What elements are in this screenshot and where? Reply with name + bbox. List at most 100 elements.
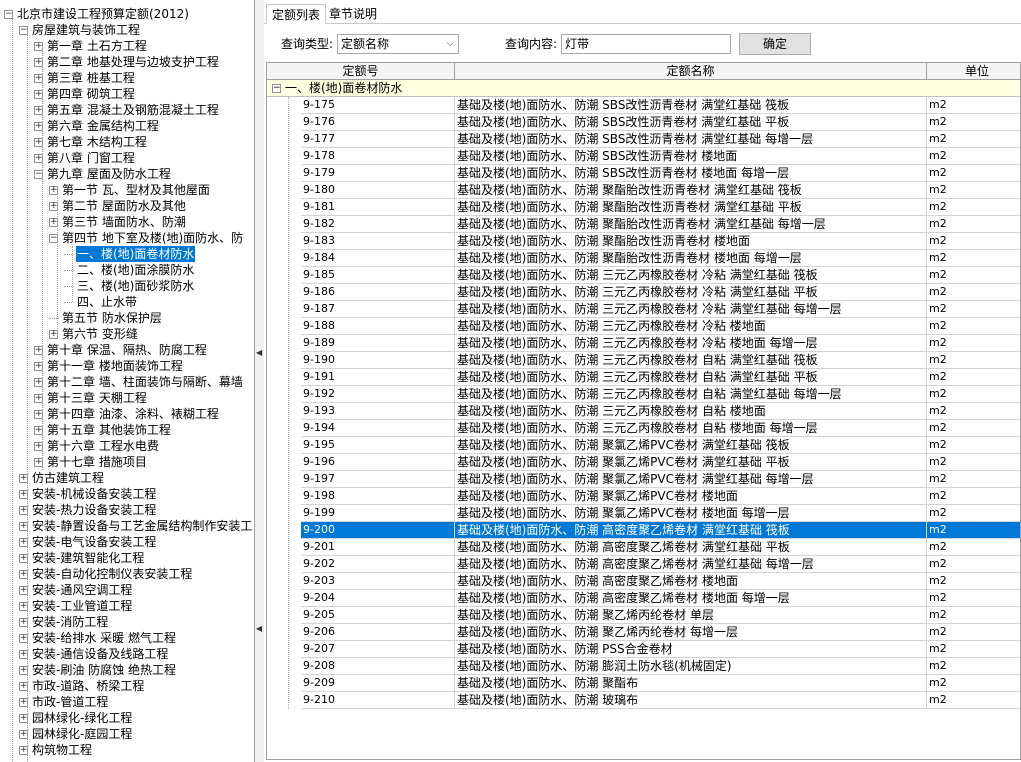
tree-node[interactable]: + 安装-电气设备安装工程 [0, 534, 254, 550]
table-row[interactable]: 9-205 基础及楼(地)面防水、防潮 聚乙烯丙纶卷材 单层 m2 [267, 607, 1020, 624]
tree-node[interactable]: + 第十四章 油漆、涂料、裱糊工程 [0, 406, 254, 422]
table-row[interactable]: 9-177 基础及楼(地)面防水、防潮 SBS改性沥青卷材 满堂红基础 每增一层 m… [267, 131, 1020, 148]
tree-node[interactable]: + 第一节 瓦、型材及其他屋面 [0, 182, 254, 198]
cell-name: 基础及楼(地)面防水、防潮 三元乙丙橡胶卷材 冷粘 满堂红基础 平板 [455, 284, 927, 301]
tree-node[interactable]: + 第十五章 其他装饰工程 [0, 422, 254, 438]
tree-node[interactable]: − 第四节 地下室及楼(地)面防水、防 [0, 230, 254, 246]
tree-node[interactable]: + 构筑物工程 [0, 742, 254, 758]
table-row[interactable]: 9-183 基础及楼(地)面防水、防潮 聚酯胎改性沥青卷材 楼地面 m2 [267, 233, 1020, 250]
tree-node[interactable]: + 园林绿化-庭园工程 [0, 726, 254, 742]
col-header-name[interactable]: 定额名称 [455, 63, 927, 80]
table-row[interactable]: 9-178 基础及楼(地)面防水、防潮 SBS改性沥青卷材 楼地面 m2 [267, 148, 1020, 165]
table-row[interactable]: 9-179 基础及楼(地)面防水、防潮 SBS改性沥青卷材 楼地面 每增一层 m2 [267, 165, 1020, 182]
query-content-input[interactable]: 灯带 [561, 34, 731, 54]
table-row[interactable]: 9-195 基础及楼(地)面防水、防潮 聚氯乙烯PVC卷材 满堂红基础 筏板 m2 [267, 437, 1020, 454]
collapse-left-icon-2[interactable]: ◀ [256, 624, 262, 634]
tab-chapter-notes[interactable]: 章节说明 [324, 4, 382, 24]
table-row[interactable]: 9-198 基础及楼(地)面防水、防潮 聚氯乙烯PVC卷材 楼地面 m2 [267, 488, 1020, 505]
table-row[interactable]: 9-176 基础及楼(地)面防水、防潮 SBS改性沥青卷材 满堂红基础 平板 m2 [267, 114, 1020, 131]
confirm-button[interactable]: 确定 [739, 33, 811, 55]
tree-node[interactable]: − 房屋建筑与装饰工程 [0, 22, 254, 38]
table-row[interactable]: 9-199 基础及楼(地)面防水、防潮 聚氯乙烯PVC卷材 楼地面 每增一层 m2 [267, 505, 1020, 522]
tree-node[interactable]: + 第十一章 楼地面装饰工程 [0, 358, 254, 374]
tree-node[interactable]: + 安装-静置设备与工艺金属结构制作安装工 [0, 518, 254, 534]
table-row[interactable]: 9-190 基础及楼(地)面防水、防潮 三元乙丙橡胶卷材 自粘 满堂红基础 筏板 m… [267, 352, 1020, 369]
table-row[interactable]: 9-184 基础及楼(地)面防水、防潮 聚酯胎改性沥青卷材 楼地面 每增一层 m2 [267, 250, 1020, 267]
table-row[interactable]: 9-180 基础及楼(地)面防水、防潮 聚酯胎改性沥青卷材 满堂红基础 筏板 m2 [267, 182, 1020, 199]
tree-node[interactable]: − 北京市建设工程预算定额(2012) [0, 6, 254, 22]
table-row[interactable]: 9-189 基础及楼(地)面防水、防潮 三元乙丙橡胶卷材 冷粘 楼地面 每增一层 m… [267, 335, 1020, 352]
table-row[interactable]: 9-201 基础及楼(地)面防水、防潮 高密度聚乙烯卷材 满堂红基础 平板 m2 [267, 539, 1020, 556]
tree-node[interactable]: + 第三章 桩基工程 [0, 70, 254, 86]
tree-node[interactable]: + 第十七章 措施项目 [0, 454, 254, 470]
tree-node[interactable]: + 安装-给排水 采暖 燃气工程 [0, 630, 254, 646]
table-row[interactable]: 9-208 基础及楼(地)面防水、防潮 膨润土防水毯(机械固定) m2 [267, 658, 1020, 675]
table-row[interactable]: 9-204 基础及楼(地)面防水、防潮 高密度聚乙烯卷材 楼地面 每增一层 m2 [267, 590, 1020, 607]
table-row[interactable]: 9-181 基础及楼(地)面防水、防潮 聚酯胎改性沥青卷材 满堂红基础 平板 m2 [267, 199, 1020, 216]
table-row[interactable]: 9-203 基础及楼(地)面防水、防潮 高密度聚乙烯卷材 楼地面 m2 [267, 573, 1020, 590]
tree-node[interactable]: + 安装-热力设备安装工程 [0, 502, 254, 518]
tree-node[interactable]: + 安装-通风空调工程 [0, 582, 254, 598]
tree-node[interactable]: 一、楼(地)面卷材防水 [0, 246, 254, 262]
table-row[interactable]: 9-188 基础及楼(地)面防水、防潮 三元乙丙橡胶卷材 冷粘 楼地面 m2 [267, 318, 1020, 335]
col-header-unit[interactable]: 单位 [927, 63, 1020, 80]
tree-node[interactable]: + 第三节 墙面防水、防潮 [0, 214, 254, 230]
panel-splitter[interactable]: ◀ ◀ [255, 0, 264, 762]
tree-node[interactable]: + 第五章 混凝土及钢筋混凝土工程 [0, 102, 254, 118]
table-row[interactable]: 9-193 基础及楼(地)面防水、防潮 三元乙丙橡胶卷材 自粘 楼地面 m2 [267, 403, 1020, 420]
tree-node[interactable]: + 第二节 屋面防水及其他 [0, 198, 254, 214]
tree-node[interactable]: + 第十六章 工程水电费 [0, 438, 254, 454]
table-row[interactable]: 9-207 基础及楼(地)面防水、防潮 PSS合金卷材 m2 [267, 641, 1020, 658]
tree-node[interactable]: 二、楼(地)面涂膜防水 [0, 262, 254, 278]
tree-node[interactable]: + 第八章 门窗工程 [0, 150, 254, 166]
col-header-code[interactable]: 定额号 [267, 63, 455, 80]
tree-node[interactable]: + 安装-机械设备安装工程 [0, 486, 254, 502]
table-row[interactable]: 9-196 基础及楼(地)面防水、防潮 聚氯乙烯PVC卷材 满堂红基础 平板 m2 [267, 454, 1020, 471]
tree-node[interactable]: + 第十章 保温、隔热、防腐工程 [0, 342, 254, 358]
tree-node[interactable]: + 第七章 木结构工程 [0, 134, 254, 150]
tree-node[interactable]: + 市政-管道工程 [0, 694, 254, 710]
tree-node[interactable]: − 第九章 屋面及防水工程 [0, 166, 254, 182]
tree-node[interactable]: 四、止水带 [0, 294, 254, 310]
table-row[interactable]: 9-191 基础及楼(地)面防水、防潮 三元乙丙橡胶卷材 自粘 满堂红基础 平板 m… [267, 369, 1020, 386]
tree-node[interactable]: + 仿古建筑工程 [0, 470, 254, 486]
tree-node[interactable]: + 园林绿化-绿化工程 [0, 710, 254, 726]
table-row[interactable]: 9-194 基础及楼(地)面防水、防潮 三元乙丙橡胶卷材 自粘 楼地面 每增一层 m… [267, 420, 1020, 437]
cell-name: 基础及楼(地)面防水、防潮 聚酯胎改性沥青卷材 满堂红基础 每增一层 [455, 216, 927, 233]
table-row[interactable]: 9-202 基础及楼(地)面防水、防潮 高密度聚乙烯卷材 满堂红基础 每增一层 m2 [267, 556, 1020, 573]
table-row[interactable]: 9-187 基础及楼(地)面防水、防潮 三元乙丙橡胶卷材 冷粘 满堂红基础 每增一… [267, 301, 1020, 318]
tree-node[interactable]: + 第四章 砌筑工程 [0, 86, 254, 102]
table-row[interactable]: 9-197 基础及楼(地)面防水、防潮 聚氯乙烯PVC卷材 满堂红基础 每增一层 m… [267, 471, 1020, 488]
tree-node[interactable]: + 第十二章 墙、柱面装饰与隔断、幕墙 [0, 374, 254, 390]
tree-node[interactable]: 第五节 防水保护层 [0, 310, 254, 326]
table-row[interactable]: 9-209 基础及楼(地)面防水、防潮 聚酯布 m2 [267, 675, 1020, 692]
tree-node[interactable]: + 安装-通信设备及线路工程 [0, 646, 254, 662]
tree-node[interactable]: + 安装-消防工程 [0, 614, 254, 630]
cell-unit: m2 [927, 233, 1020, 250]
table-row[interactable]: 9-175 基础及楼(地)面防水、防潮 SBS改性沥青卷材 满堂红基础 筏板 m2 [267, 97, 1020, 114]
table-row[interactable]: 9-206 基础及楼(地)面防水、防潮 聚乙烯丙纶卷材 每增一层 m2 [267, 624, 1020, 641]
tree-node[interactable]: 三、楼(地)面砂浆防水 [0, 278, 254, 294]
table-row[interactable]: 9-185 基础及楼(地)面防水、防潮 三元乙丙橡胶卷材 冷粘 满堂红基础 筏板 m… [267, 267, 1020, 284]
table-row[interactable]: 9-210 基础及楼(地)面防水、防潮 玻璃布 m2 [267, 692, 1020, 709]
tree-node[interactable]: + 安装-工业管道工程 [0, 598, 254, 614]
tree-node[interactable]: + 第六章 金属结构工程 [0, 118, 254, 134]
chapter-tree[interactable]: − 北京市建设工程预算定额(2012) − 房屋建筑与装饰工程 + 第一章 土石方工程 + 第… [0, 0, 255, 762]
collapse-left-icon[interactable]: ◀ [256, 348, 262, 358]
table-row[interactable]: 9-186 基础及楼(地)面防水、防潮 三元乙丙橡胶卷材 冷粘 满堂红基础 平板 m… [267, 284, 1020, 301]
tree-node[interactable]: + 第一章 土石方工程 [0, 38, 254, 54]
tab-quota-list[interactable]: 定额列表 [266, 4, 327, 24]
query-type-select[interactable]: 定额名称 ⌵ [337, 34, 459, 54]
table-row[interactable]: 9-200 基础及楼(地)面防水、防潮 高密度聚乙烯卷材 满堂红基础 筏板 m2 [267, 522, 1020, 539]
tree-node[interactable]: + 第十三章 天棚工程 [0, 390, 254, 406]
table-row[interactable]: 9-192 基础及楼(地)面防水、防潮 三元乙丙橡胶卷材 自粘 满堂红基础 每增一… [267, 386, 1020, 403]
tree-node[interactable]: + 安装-刷油 防腐蚀 绝热工程 [0, 662, 254, 678]
tree-node[interactable]: + 安装-建筑智能化工程 [0, 550, 254, 566]
tree-node[interactable]: + 市政-道路、桥梁工程 [0, 678, 254, 694]
collapse-group-icon[interactable]: − [272, 84, 281, 93]
table-row[interactable]: 9-182 基础及楼(地)面防水、防潮 聚酯胎改性沥青卷材 满堂红基础 每增一层 m… [267, 216, 1020, 233]
tree-node[interactable]: + 安装-自动化控制仪表安装工程 [0, 566, 254, 582]
tree-node[interactable]: + 第六节 变形缝 [0, 326, 254, 342]
tree-node[interactable]: + 第二章 地基处理与边坡支护工程 [0, 54, 254, 70]
group-row[interactable]: − 一、楼(地)面卷材防水 [267, 80, 1020, 97]
